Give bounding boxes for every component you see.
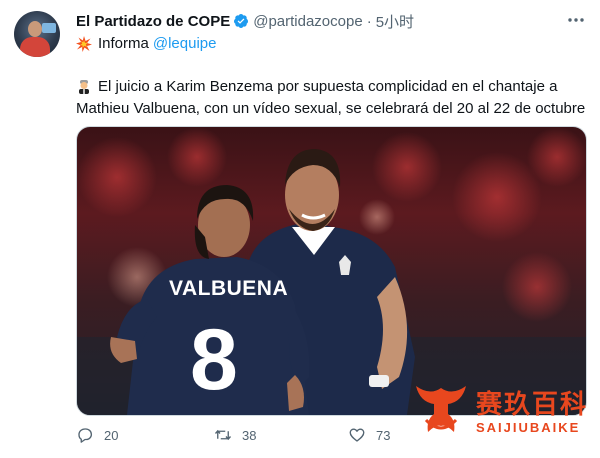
watermark-logo: 赛玖百科 SAIJIUBAIKE [412, 378, 592, 448]
jersey-number: 8 [190, 312, 238, 408]
heart-icon[interactable] [348, 426, 366, 444]
avatar-face [28, 21, 42, 37]
verified-badge-icon [234, 14, 249, 28]
reply-count: 20 [104, 427, 119, 443]
jersey-name: VALBUENA [169, 277, 288, 300]
like-count: 73 [376, 427, 391, 443]
avatar-screen [42, 23, 56, 33]
mention-link[interactable]: @lequipe [153, 35, 217, 52]
tweet-text: El juicio a Karim Benzema por supuesta c… [76, 76, 591, 120]
reply-action[interactable]: 20 [76, 426, 118, 444]
photo-illustration: VALBUENA 8 [77, 127, 586, 415]
judge-emoji-icon [79, 80, 89, 94]
retweet-count: 38 [242, 427, 257, 443]
tweet-header: El Partidazo de COPE @partidazocope · 5小… [76, 10, 414, 32]
source-line: Informa @lequipe [76, 35, 216, 52]
retweet-action[interactable]: 38 [214, 426, 256, 444]
tweet-photo[interactable]: VALBUENA 8 [76, 126, 587, 416]
retweet-icon[interactable] [214, 426, 232, 444]
collision-icon [76, 35, 92, 52]
source-label: Informa [98, 35, 149, 52]
tweet-body: El juicio a Karim Benzema por supuesta c… [76, 78, 586, 117]
avatar[interactable] [14, 11, 60, 57]
watermark-fish-icon [416, 386, 466, 432]
separator-dot: · [366, 12, 372, 30]
avatar-body [20, 37, 50, 57]
reply-icon[interactable] [76, 426, 94, 444]
watermark-english: SAIJIUBAIKE [476, 420, 581, 435]
tweet-card[interactable]: El Partidazo de COPE @partidazocope · 5小… [0, 0, 600, 458]
like-action[interactable]: 73 [348, 426, 390, 444]
more-options-icon[interactable] [566, 12, 586, 28]
watermark-chinese: 赛玖百科 [476, 390, 589, 420]
handle[interactable]: @partidazocope [253, 13, 362, 30]
timestamp[interactable]: 5小时 [376, 11, 414, 32]
display-name[interactable]: El Partidazo de COPE [76, 13, 230, 30]
